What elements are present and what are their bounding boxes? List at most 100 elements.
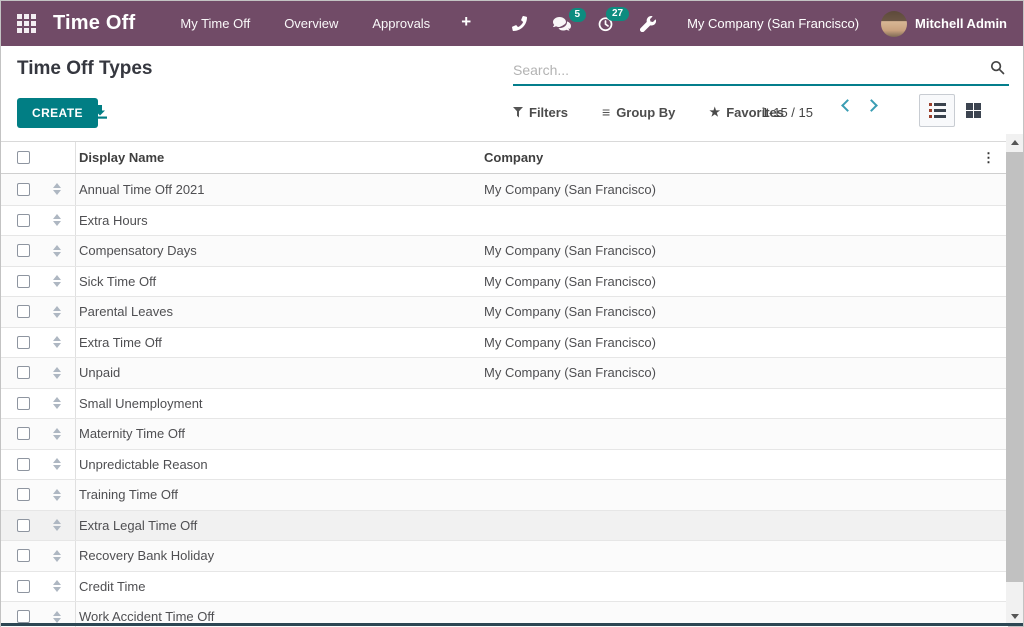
row-checkbox[interactable] bbox=[17, 580, 30, 593]
row-checkbox[interactable] bbox=[17, 244, 30, 257]
drag-sort-icon[interactable] bbox=[53, 183, 61, 195]
drag-sort-icon[interactable] bbox=[53, 306, 61, 318]
display-name-cell[interactable]: Credit Time bbox=[76, 579, 484, 594]
table-row[interactable]: Sick Time Off My Company (San Francisco) bbox=[1, 266, 1008, 297]
drag-sort-icon[interactable] bbox=[53, 550, 61, 562]
app-title[interactable]: Time Off bbox=[53, 12, 135, 35]
row-checkbox[interactable] bbox=[17, 275, 30, 288]
table-row[interactable]: Annual Time Off 2021 My Company (San Fra… bbox=[1, 174, 1008, 205]
row-handle-cell bbox=[38, 511, 76, 541]
row-checkbox[interactable] bbox=[17, 366, 30, 379]
user-avatar[interactable] bbox=[881, 11, 907, 37]
table-row[interactable]: Parental Leaves My Company (San Francisc… bbox=[1, 296, 1008, 327]
display-name-cell[interactable]: Unpredictable Reason bbox=[76, 457, 484, 472]
company-cell[interactable]: My Company (San Francisco) bbox=[484, 243, 1008, 258]
display-name-cell[interactable]: Maternity Time Off bbox=[76, 426, 484, 441]
vertical-scrollbar[interactable] bbox=[1006, 134, 1023, 625]
display-name-cell[interactable]: Small Unemployment bbox=[76, 396, 484, 411]
company-cell[interactable]: My Company (San Francisco) bbox=[484, 304, 1008, 319]
create-button[interactable]: CREATE bbox=[17, 98, 98, 128]
search-icon[interactable] bbox=[990, 60, 1005, 80]
drag-sort-icon[interactable] bbox=[53, 458, 61, 470]
pager-previous-button[interactable] bbox=[839, 98, 853, 112]
optional-columns-icon[interactable]: ⋮ bbox=[982, 149, 995, 167]
phone-icon[interactable] bbox=[499, 6, 540, 41]
display-name-cell[interactable]: Work Accident Time Off bbox=[76, 609, 484, 624]
drag-sort-icon[interactable] bbox=[53, 428, 61, 440]
menu-approvals[interactable]: Approvals bbox=[355, 2, 447, 45]
add-menu-icon[interactable]: + bbox=[447, 2, 485, 45]
apps-menu-icon[interactable] bbox=[17, 14, 37, 34]
company-cell[interactable]: My Company (San Francisco) bbox=[484, 182, 1008, 197]
display-name-cell[interactable]: Parental Leaves bbox=[76, 304, 484, 319]
list-view-button[interactable] bbox=[919, 94, 955, 127]
row-checkbox[interactable] bbox=[17, 183, 30, 196]
row-checkbox[interactable] bbox=[17, 458, 30, 471]
menu-overview[interactable]: Overview bbox=[267, 2, 355, 45]
company-cell[interactable]: My Company (San Francisco) bbox=[484, 335, 1008, 350]
kanban-view-button[interactable] bbox=[955, 94, 991, 127]
chevron-right-icon bbox=[865, 99, 878, 112]
company-cell[interactable]: My Company (San Francisco) bbox=[484, 274, 1008, 289]
display-name-cell[interactable]: Unpaid bbox=[76, 365, 484, 380]
display-name-cell[interactable]: Extra Time Off bbox=[76, 335, 484, 350]
table-row[interactable]: Extra Time Off My Company (San Francisco… bbox=[1, 327, 1008, 358]
row-checkbox[interactable] bbox=[17, 519, 30, 532]
drag-sort-icon[interactable] bbox=[53, 397, 61, 409]
table-row[interactable]: Unpaid My Company (San Francisco) bbox=[1, 357, 1008, 388]
drag-sort-icon[interactable] bbox=[53, 489, 61, 501]
drag-sort-icon[interactable] bbox=[53, 519, 61, 531]
list-view-icon bbox=[929, 103, 946, 118]
search-input[interactable] bbox=[513, 62, 990, 78]
table-row[interactable]: Compensatory Days My Company (San Franci… bbox=[1, 235, 1008, 266]
display-name-cell[interactable]: Extra Hours bbox=[76, 213, 484, 228]
table-row[interactable]: Recovery Bank Holiday bbox=[1, 540, 1008, 571]
row-checkbox[interactable] bbox=[17, 549, 30, 562]
export-download-icon[interactable] bbox=[93, 105, 107, 122]
star-icon: ★ bbox=[709, 105, 720, 119]
messages-icon[interactable]: 5 bbox=[540, 6, 584, 42]
column-header-display-name[interactable]: Display Name bbox=[76, 150, 484, 165]
company-cell[interactable]: My Company (San Francisco) bbox=[484, 365, 1008, 380]
drag-sort-icon[interactable] bbox=[53, 245, 61, 257]
activities-icon[interactable]: 27 bbox=[584, 5, 627, 42]
table-row[interactable]: Extra Hours bbox=[1, 205, 1008, 236]
scroll-up-arrow[interactable] bbox=[1006, 134, 1023, 151]
drag-sort-icon[interactable] bbox=[53, 580, 61, 592]
row-handle-cell bbox=[38, 236, 76, 266]
row-checkbox[interactable] bbox=[17, 427, 30, 440]
table-row[interactable]: Unpredictable Reason bbox=[1, 449, 1008, 480]
column-header-company[interactable]: Company bbox=[484, 150, 1008, 165]
row-checkbox[interactable] bbox=[17, 488, 30, 501]
table-row[interactable]: Extra Legal Time Off bbox=[1, 510, 1008, 541]
select-all-checkbox[interactable] bbox=[17, 151, 30, 164]
display-name-cell[interactable]: Recovery Bank Holiday bbox=[76, 548, 484, 563]
company-switcher[interactable]: My Company (San Francisco) bbox=[669, 16, 881, 31]
drag-sort-icon[interactable] bbox=[53, 275, 61, 287]
table-row[interactable]: Credit Time bbox=[1, 571, 1008, 602]
user-menu[interactable]: Mitchell Admin bbox=[907, 16, 1023, 31]
display-name-cell[interactable]: Annual Time Off 2021 bbox=[76, 182, 484, 197]
display-name-cell[interactable]: Sick Time Off bbox=[76, 274, 484, 289]
display-name-cell[interactable]: Extra Legal Time Off bbox=[76, 518, 484, 533]
filters-button[interactable]: Filters bbox=[513, 104, 568, 120]
drag-sort-icon[interactable] bbox=[53, 214, 61, 226]
display-name-cell[interactable]: Training Time Off bbox=[76, 487, 484, 502]
row-checkbox[interactable] bbox=[17, 610, 30, 623]
table-row[interactable]: Training Time Off bbox=[1, 479, 1008, 510]
row-checkbox[interactable] bbox=[17, 397, 30, 410]
row-checkbox[interactable] bbox=[17, 214, 30, 227]
display-name-cell[interactable]: Compensatory Days bbox=[76, 243, 484, 258]
drag-sort-icon[interactable] bbox=[53, 611, 61, 623]
table-row[interactable]: Maternity Time Off bbox=[1, 418, 1008, 449]
row-checkbox[interactable] bbox=[17, 336, 30, 349]
row-checkbox[interactable] bbox=[17, 305, 30, 318]
pager-next-button[interactable] bbox=[867, 98, 881, 112]
tools-icon[interactable] bbox=[627, 6, 669, 42]
drag-sort-icon[interactable] bbox=[53, 367, 61, 379]
drag-sort-icon[interactable] bbox=[53, 336, 61, 348]
table-row[interactable]: Small Unemployment bbox=[1, 388, 1008, 419]
scrollbar-thumb[interactable] bbox=[1006, 152, 1023, 582]
menu-my-time-off[interactable]: My Time Off bbox=[163, 2, 267, 45]
group-by-button[interactable]: ≡ Group By bbox=[602, 104, 675, 120]
